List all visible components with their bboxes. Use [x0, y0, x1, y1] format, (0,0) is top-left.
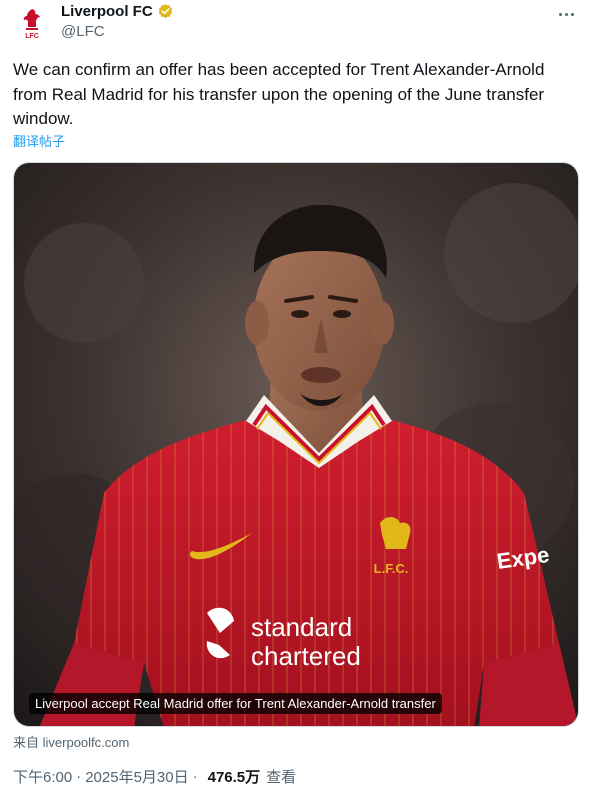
source-domain-link[interactable]: liverpoolfc.com: [43, 735, 130, 750]
liverbird-crest-icon: LFC: [23, 9, 40, 40]
more-options-button[interactable]: [554, 4, 578, 24]
gold-verified-badge-icon: [158, 4, 172, 19]
more-horizontal-icon: [558, 12, 562, 16]
tweet-time[interactable]: 下午6:00: [13, 766, 72, 787]
translate-post-link[interactable]: 翻译帖子: [13, 131, 65, 150]
media-caption[interactable]: Liverpool accept Real Madrid offer for T…: [29, 693, 442, 714]
shirt-sponsor-line2: chartered: [251, 641, 361, 671]
views-label: 查看: [266, 769, 297, 786]
tweet-date[interactable]: 2025年5月30日: [85, 766, 188, 787]
shirt-sponsor-line1: standard: [251, 612, 352, 642]
author-name-row[interactable]: Liverpool FC: [61, 3, 174, 20]
more-horizontal-icon: [564, 12, 568, 16]
source-prefix: 来自: [13, 735, 40, 750]
tweet-text: We can confirm an offer has been accepte…: [13, 60, 545, 128]
avatar-crest-text: LFC: [25, 33, 39, 40]
views-count: 476.5万: [207, 769, 261, 786]
avatar[interactable]: LFC: [12, 4, 52, 44]
link-source: 来自 liverpoolfc.com: [13, 732, 129, 751]
author-display-name[interactable]: Liverpool FC: [61, 3, 153, 20]
tweet-meta: 下午6:00 · 2025年5月30日 · 476.5万 查看: [13, 766, 296, 787]
author-handle[interactable]: @LFC: [61, 23, 105, 40]
more-horizontal-icon: [570, 12, 574, 16]
player-photo: L.F.C. standard chartered Expe: [14, 163, 578, 726]
media-card[interactable]: L.F.C. standard chartered Expe Liverpool…: [13, 162, 579, 727]
meta-separator: ·: [76, 768, 82, 785]
shirt-crest-text: L.F.C.: [374, 561, 409, 576]
meta-separator: ·: [192, 768, 198, 785]
